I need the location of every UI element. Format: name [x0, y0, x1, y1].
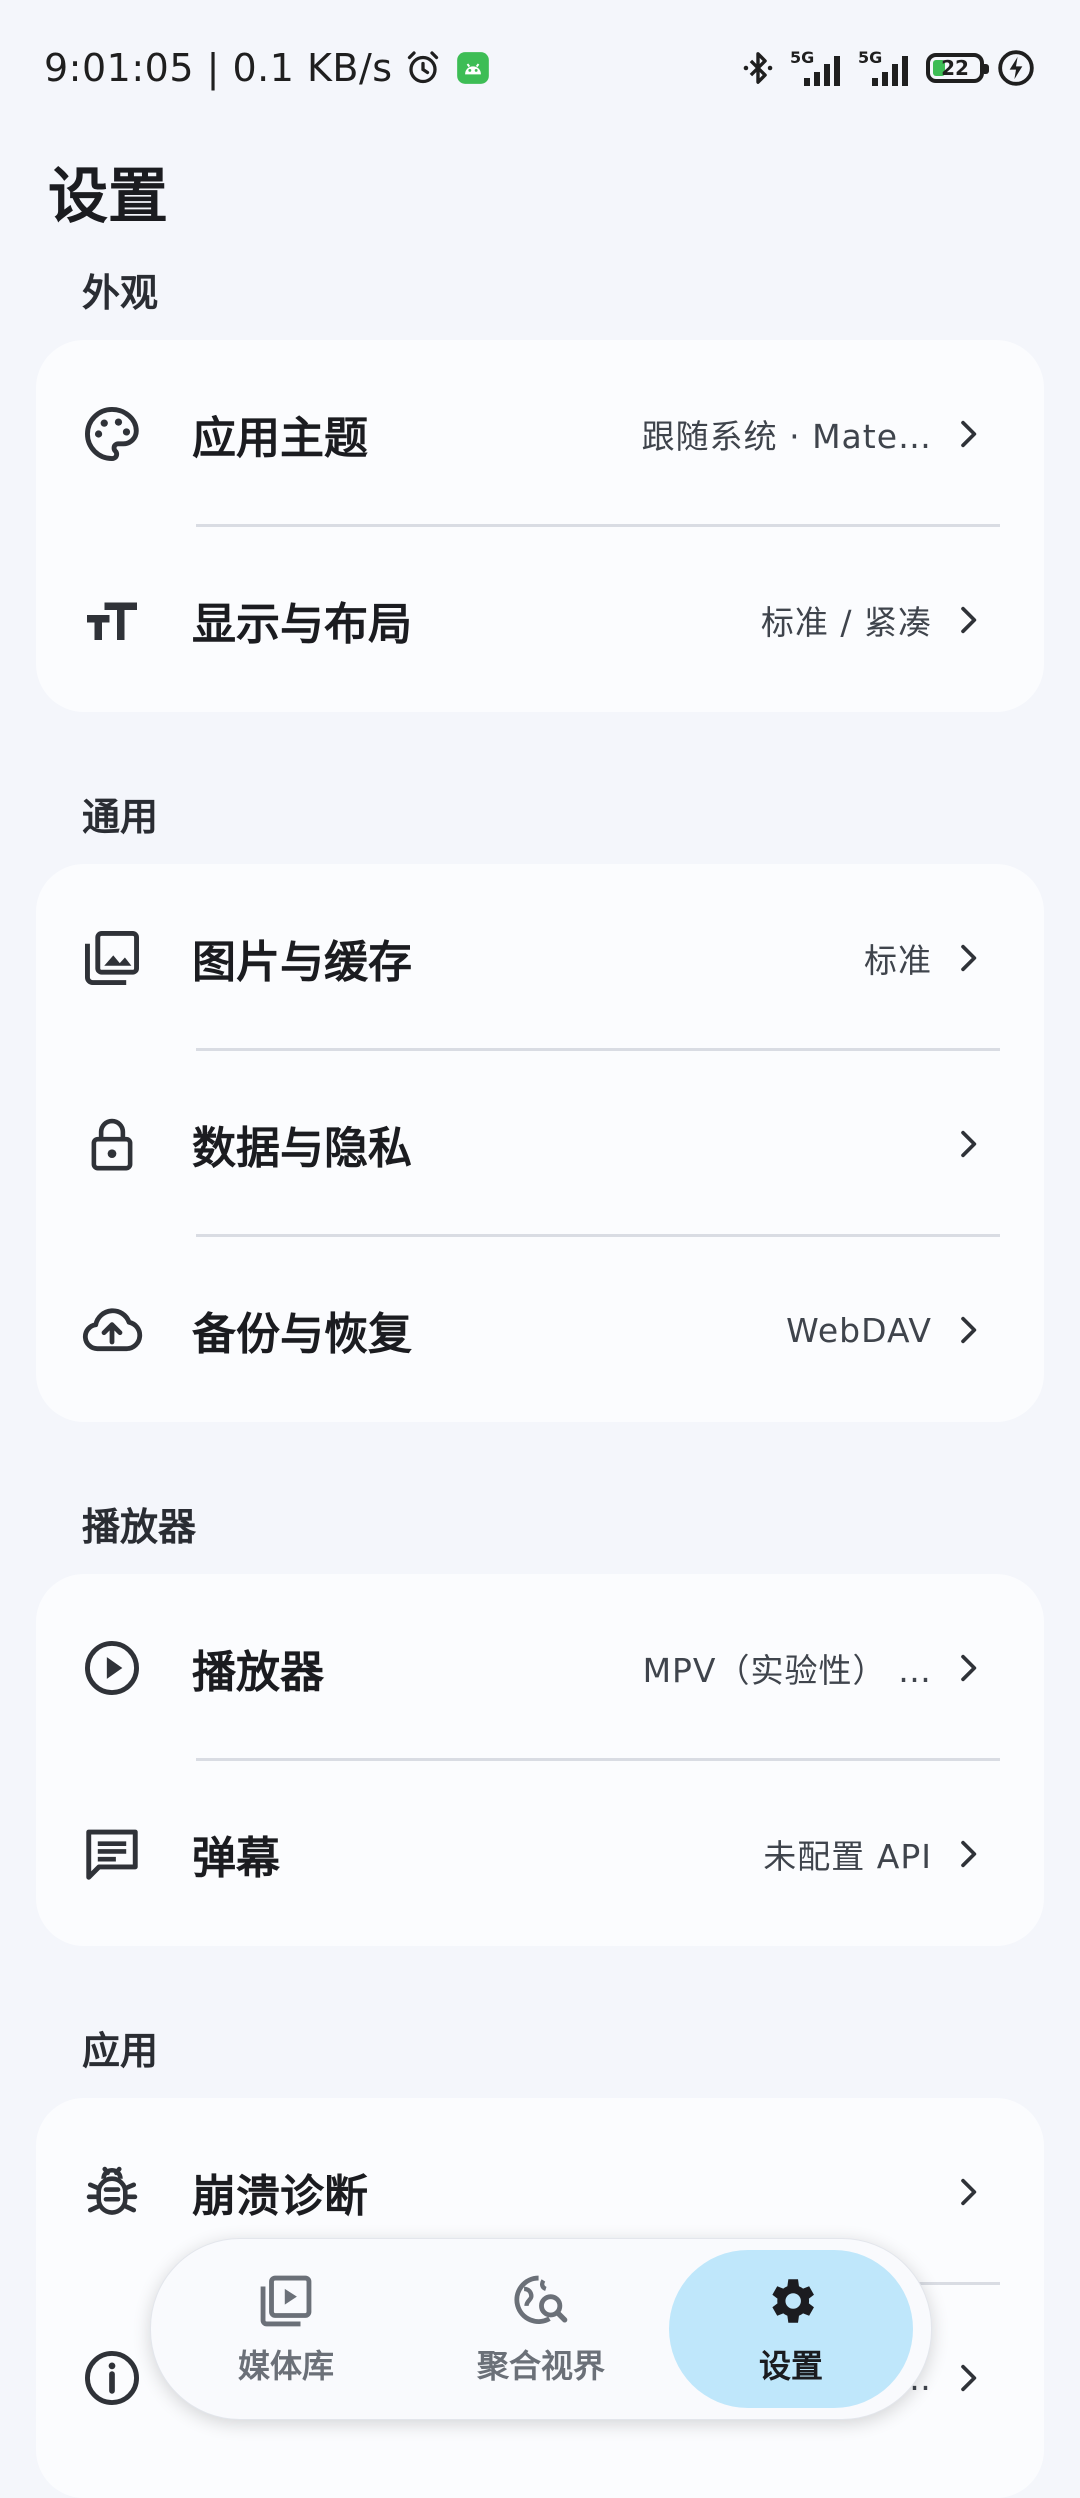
battery-indicator: 22	[926, 53, 989, 83]
section-title-appearance: 外观	[82, 271, 159, 315]
setting-value: 标准	[864, 941, 932, 980]
chevron-right-icon	[948, 938, 988, 978]
cellular-signal-2: 5G	[858, 48, 914, 88]
status-time: 9:01:05 | 0.1 KB/s	[44, 46, 393, 90]
setting-label: 数据与隐私	[192, 1123, 412, 1174]
info-icon	[80, 2346, 144, 2410]
setting-row-display-layout[interactable]: 显示与布局 标准 / 紧凑	[36, 526, 1044, 714]
chevron-right-icon	[948, 1648, 988, 1688]
lock-icon	[80, 1112, 144, 1176]
setting-row-danmaku[interactable]: 弹幕 未配置 API	[36, 1760, 1044, 1948]
chevron-right-icon	[948, 2172, 988, 2212]
section-title-general: 通用	[82, 795, 159, 839]
setting-label: 显示与布局	[192, 599, 412, 650]
chevron-right-icon	[948, 1834, 988, 1874]
nav-label: 媒体库	[237, 2347, 334, 2385]
nav-item-settings[interactable]: 设置	[669, 2250, 913, 2408]
setting-value: WebDAV	[786, 1310, 932, 1350]
card-player: 播放器 MPV（实验性） … 弹幕 未配置 API	[36, 1574, 1044, 1946]
page-title: 设置	[48, 162, 168, 232]
setting-row-images-cache[interactable]: 图片与缓存 标准	[36, 864, 1044, 1052]
status-bar: 9:01:05 | 0.1 KB/s 5G 5G 22	[0, 0, 1080, 136]
bottom-navigation: 媒体库 聚合视界 设置	[150, 2238, 932, 2420]
setting-row-backup-restore[interactable]: 备份与恢复 WebDAV	[36, 1236, 1044, 1424]
setting-row-player[interactable]: 播放器 MPV（实验性） …	[36, 1574, 1044, 1762]
bluetooth-icon	[738, 48, 778, 88]
palette-icon	[80, 402, 144, 466]
chevron-right-icon	[948, 1310, 988, 1350]
gear-icon	[761, 2271, 821, 2331]
cellular-signal-1: 5G	[790, 48, 846, 88]
nav-label: 聚合视界	[476, 2347, 605, 2385]
media-library-icon	[256, 2271, 316, 2331]
card-appearance: 应用主题 跟随系统 · Mate… 显示与布局 标准 / 紧凑	[36, 340, 1044, 712]
setting-value: MPV（实验性） …	[642, 1651, 932, 1690]
setting-label: 崩溃诊断	[192, 2171, 368, 2222]
chevron-right-icon	[948, 600, 988, 640]
setting-label: 应用主题	[192, 413, 368, 464]
nav-label: 设置	[758, 2347, 823, 2385]
text-size-icon	[80, 588, 144, 652]
chevron-right-icon	[948, 1124, 988, 1164]
setting-value: 跟随系统 · Mate…	[641, 417, 932, 456]
cloud-upload-icon	[80, 1298, 144, 1362]
setting-label: 备份与恢复	[192, 1309, 412, 1360]
setting-label: 图片与缓存	[192, 937, 412, 988]
chevron-right-icon	[948, 414, 988, 454]
card-general: 图片与缓存 标准 数据与隐私 备份与恢复 WebDAV	[36, 864, 1044, 1422]
photo-library-icon	[80, 926, 144, 990]
section-title-app: 应用	[82, 2029, 159, 2073]
alarm-icon	[403, 48, 443, 88]
play-circle-icon	[80, 1636, 144, 1700]
section-title-player: 播放器	[82, 1505, 197, 1549]
setting-value: 标准 / 紧凑	[760, 603, 932, 642]
setting-row-app-theme[interactable]: 应用主题 跟随系统 · Mate…	[36, 340, 1044, 528]
bug-icon	[80, 2160, 144, 2224]
charging-icon	[996, 48, 1036, 88]
danmaku-icon	[80, 1822, 144, 1886]
battery-level: 22	[941, 56, 969, 80]
nav-item-aggregate-view[interactable]: 聚合视界	[426, 2239, 656, 2419]
app-notification-icon	[453, 48, 493, 88]
nav-item-media-library[interactable]: 媒体库	[171, 2239, 401, 2419]
setting-label: 播放器	[192, 1647, 324, 1698]
setting-label: 弹幕	[192, 1833, 280, 1884]
setting-row-data-privacy[interactable]: 数据与隐私	[36, 1050, 1044, 1238]
explore-search-icon	[511, 2271, 571, 2331]
setting-value: 未配置 API	[763, 1837, 932, 1876]
chevron-right-icon	[948, 2358, 988, 2398]
